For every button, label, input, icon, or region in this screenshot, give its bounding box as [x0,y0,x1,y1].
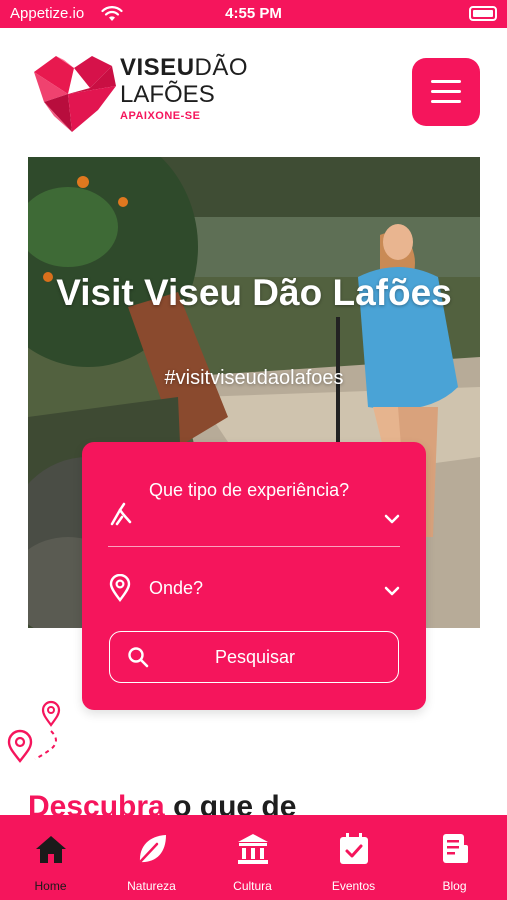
logo-line1: VISEUDÃO [120,56,248,80]
experience-select[interactable]: Que tipo de experiência? [108,474,400,544]
leaf-icon [139,835,166,863]
brand-logo[interactable]: VISEUDÃO LAFÕES APAIXONE-SE [28,50,248,140]
search-button-label: Pesquisar [214,647,296,667]
nav-item-eventos[interactable]: Eventos [303,815,404,900]
calendar-check-icon [340,833,368,864]
nav-item-home[interactable]: Home [0,815,101,900]
chevron-down-icon [384,514,400,524]
nav-label-natureza: Natureza [127,879,176,893]
museum-icon [238,834,268,864]
experience-label: Que tipo de experiência? [149,480,350,500]
nav-item-cultura[interactable]: Cultura [202,815,303,900]
location-pin-icon [109,574,131,602]
logo-word-dao: DÃO [194,54,249,81]
logo-wordmark: VISEUDÃO LAFÕES APAIXONE-SE [120,56,248,122]
app-header: VISEUDÃO LAFÕES APAIXONE-SE [0,28,507,148]
nav-item-natureza[interactable]: Natureza [101,815,202,900]
map-route-pins-icon [7,700,61,763]
nav-item-blog[interactable]: Blog [404,815,505,900]
hiking-icon [110,502,132,526]
document-icon [443,834,468,863]
logo-line2: LAFÕES [120,81,215,108]
hero-title: Visit Viseu Dão Lafões [56,272,452,313]
chevron-down-icon [384,586,400,596]
nav-label-eventos: Eventos [331,879,376,893]
nav-label-cultura: Cultura [233,879,272,893]
heart-logo-icon [34,56,116,132]
hero-hashtag: #visitviseudaolafoes [164,367,344,389]
nav-label-blog: Blog [442,879,467,893]
status-bar: Appetize.io 4:55 PM [0,0,507,28]
battery-full-icon [469,6,497,21]
search-button[interactable]: Pesquisar [109,631,399,683]
hamburger-menu-button[interactable] [412,58,480,126]
home-icon [36,836,66,863]
logo-word-viseu: VISEU [120,54,195,81]
location-label: Onde? [149,578,204,598]
search-card: Que tipo de experiência? Onde? Pesquisar [82,442,426,710]
location-select[interactable]: Onde? [108,570,400,610]
bottom-nav: Home Natureza Cultura Eventos Blog [0,815,507,900]
logo-tagline: APAIXONE-SE [120,110,201,122]
clock: 4:55 PM [225,5,282,22]
nav-label-home: Home [34,879,67,893]
field-divider [108,546,400,547]
